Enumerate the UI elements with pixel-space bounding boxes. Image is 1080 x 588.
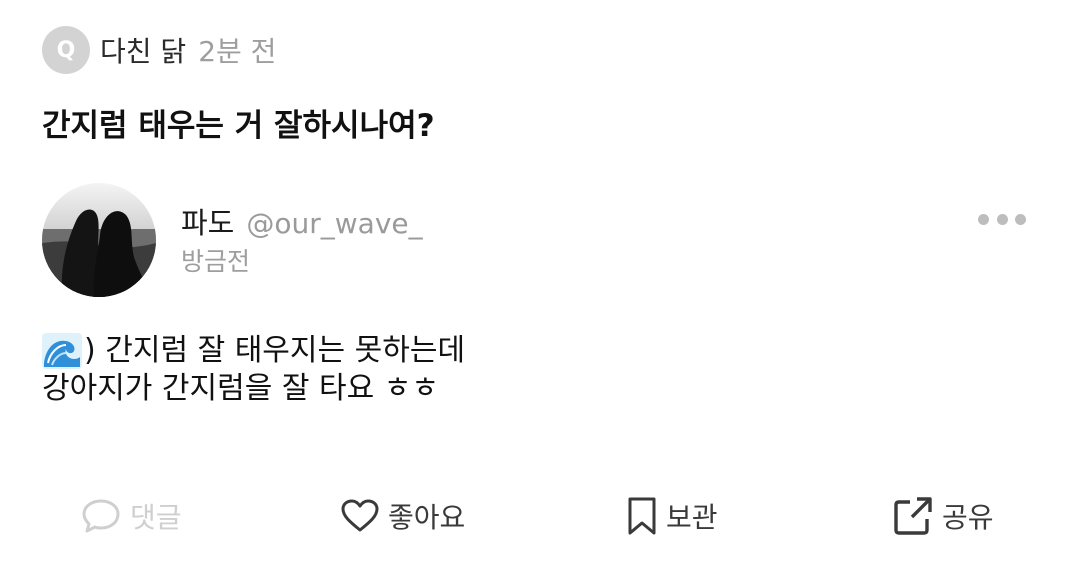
more-dot — [978, 213, 989, 225]
question-text: 간지럼 태우는 거 잘하시나여? — [42, 108, 435, 144]
question-badge-icon: Q — [42, 26, 90, 74]
question-timestamp: 2분 전 — [198, 35, 277, 68]
save-label: 보관 — [666, 501, 718, 534]
heart-icon — [341, 499, 379, 532]
more-dot — [996, 213, 1008, 225]
avatar[interactable] — [42, 183, 156, 297]
answer-body: ) 간지럼 잘 태우지는 못하는데 강아지가 간지럼을 잘 타요 ㅎㅎ — [42, 332, 465, 408]
share-icon — [894, 497, 932, 535]
answer-line-text: ) 간지럼 잘 태우지는 못하는데 — [84, 333, 466, 368]
asker-name[interactable]: 다친 닭 — [100, 30, 186, 70]
more-options-icon[interactable] — [978, 207, 1026, 231]
share-label: 공유 — [942, 501, 994, 534]
like-label: 좋아요 — [388, 501, 466, 534]
comment-label: 댓글 — [130, 501, 182, 534]
comment-button[interactable]: 댓글 — [80, 494, 182, 538]
share-button[interactable]: 공유 — [892, 494, 994, 538]
water-wave-icon — [42, 333, 82, 369]
answerer-handle[interactable]: @our_wave_ — [246, 207, 422, 240]
answerer-name[interactable]: 파도 — [181, 200, 234, 242]
more-dot — [1015, 213, 1026, 225]
answer-line: 강아지가 간지럼을 잘 타요 ㅎㅎ — [42, 370, 465, 408]
like-button[interactable]: 좋아요 — [340, 494, 465, 538]
answer-timestamp: 방금전 — [181, 247, 251, 276]
answerer-info: 파도 @our_wave_ — [181, 200, 423, 242]
answer-line: ) 간지럼 잘 태우지는 못하는데 — [42, 332, 465, 370]
save-button[interactable]: 보관 — [626, 494, 718, 538]
question-header: Q 다친 닭 2분 전 — [42, 26, 276, 74]
speech-bubble-icon — [82, 499, 120, 533]
answer-line-text: 강아지가 간지럼을 잘 타요 ㅎㅎ — [42, 371, 439, 406]
bookmark-icon — [628, 497, 656, 535]
